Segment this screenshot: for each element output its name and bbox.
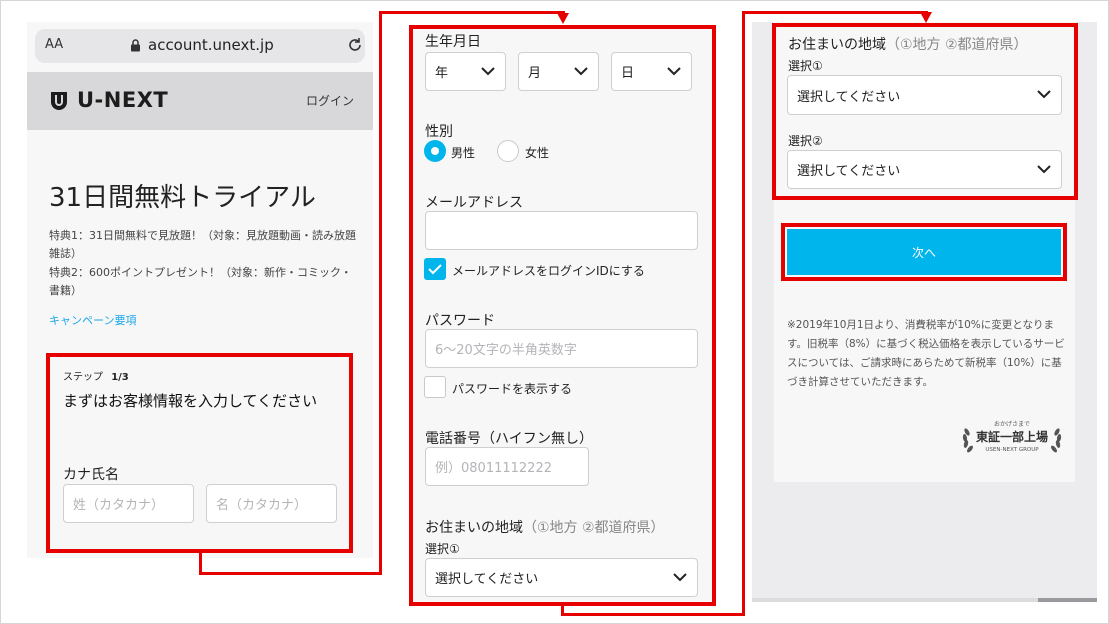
connector-line <box>199 572 382 575</box>
highlight-box-form <box>409 25 716 606</box>
connector-line <box>561 613 745 616</box>
u-next-logo-icon <box>51 92 67 110</box>
highlight-box-kana <box>46 353 353 553</box>
highlight-box-region <box>772 23 1078 200</box>
text-size-button[interactable]: AA <box>45 37 63 52</box>
benefit-2-text: 特典2：600ポイントプレゼント！（対象：新作・コミック・書籍） <box>49 266 352 297</box>
campaign-terms-link[interactable]: キャンペーン要項 <box>49 312 136 328</box>
badge-top-text: おかげさまで <box>993 421 1030 428</box>
connector-line <box>379 11 565 14</box>
scrollbar-thumb[interactable] <box>1038 598 1097 602</box>
badge-bottom-text: USEN-NEXT GROUP <box>985 447 1039 453</box>
browser-address-bar[interactable]: AA account.unext.jp <box>35 29 365 63</box>
connector-line <box>742 11 745 616</box>
arrow-down-icon <box>920 12 932 23</box>
benefit-1-text: 特典1：31日間無料で見放題！（対象：見放題動画・読み放題雑誌） <box>49 229 356 260</box>
lock-icon <box>131 39 140 52</box>
arrow-down-icon <box>557 13 569 24</box>
highlight-box-next <box>781 223 1067 281</box>
page-title: 31日間無料トライアル <box>49 183 316 213</box>
reload-icon[interactable] <box>346 36 364 54</box>
badge-main-text: 東証一部上場 <box>975 430 1048 444</box>
tse-listing-badge: おかげさまで 東証一部上場 USEN-NEXT GROUP <box>958 416 1066 460</box>
connector-line <box>742 11 928 14</box>
connector-line <box>379 11 382 575</box>
url-text[interactable]: account.unext.jp <box>148 36 274 54</box>
login-link[interactable]: ログイン <box>306 92 354 109</box>
u-next-logo-text: U-NEXT <box>77 88 169 112</box>
site-header: U-NEXT ログイン <box>27 72 373 130</box>
tax-notice: ※2019年10月1日より、消費税率が10%に変更となります。旧税率（8%）に基… <box>787 319 1065 388</box>
